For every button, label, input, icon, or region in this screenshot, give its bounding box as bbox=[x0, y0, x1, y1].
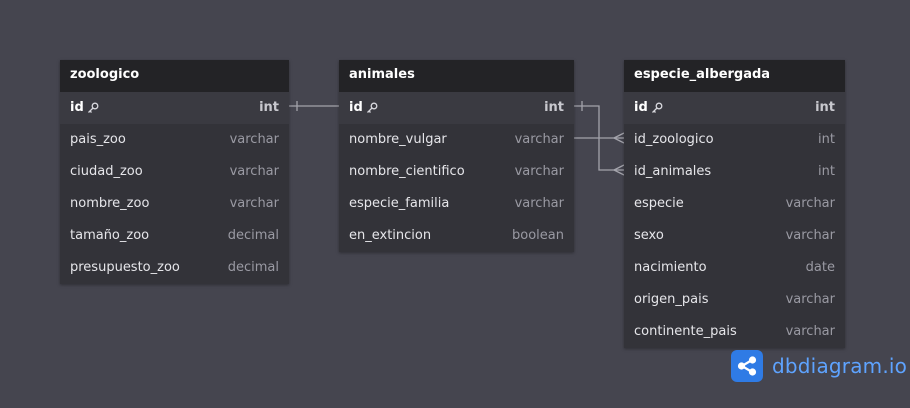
column-name-wrap: id bbox=[70, 92, 99, 124]
column-name-wrap: pais_zoo bbox=[70, 124, 126, 156]
column-name: id_zoologico bbox=[634, 132, 714, 147]
column-name: especie bbox=[634, 196, 684, 211]
column-name-wrap: origen_pais bbox=[634, 284, 709, 316]
column-name: id bbox=[70, 100, 84, 115]
column-name-wrap: presupuesto_zoo bbox=[70, 252, 180, 284]
key-icon bbox=[366, 102, 378, 113]
column-row[interactable]: id int bbox=[624, 92, 845, 124]
column-name-wrap: id bbox=[349, 92, 378, 124]
column-name: nacimiento bbox=[634, 260, 707, 275]
table-animales[interactable]: animales id int nombre_vulgar varchar nombre… bbox=[339, 60, 574, 252]
column-type: int bbox=[544, 100, 564, 115]
column-name-wrap: tamaño_zoo bbox=[70, 220, 149, 252]
column-name-wrap: sexo bbox=[634, 220, 664, 252]
key-icon bbox=[651, 102, 663, 113]
column-name-wrap: nacimiento bbox=[634, 252, 707, 284]
column-name: id bbox=[634, 100, 648, 115]
column-row[interactable]: presupuesto_zoo decimal bbox=[60, 252, 289, 284]
column-name: nombre_zoo bbox=[70, 196, 150, 211]
column-type: varchar bbox=[785, 324, 835, 339]
column-row[interactable]: continente_pais varchar bbox=[624, 316, 845, 348]
column-type: varchar bbox=[229, 164, 279, 179]
column-row[interactable]: id_animales int bbox=[624, 156, 845, 188]
column-name: origen_pais bbox=[634, 292, 709, 307]
column-type: decimal bbox=[227, 260, 279, 275]
column-name: nombre_cientifico bbox=[349, 164, 465, 179]
column-name-wrap: id_animales bbox=[634, 156, 711, 188]
column-name: ciudad_zoo bbox=[70, 164, 143, 179]
column-type: varchar bbox=[785, 292, 835, 307]
table-header-zoologico[interactable]: zoologico bbox=[60, 60, 289, 92]
column-name: especie_familia bbox=[349, 196, 450, 211]
column-type: int bbox=[818, 132, 835, 147]
column-type: varchar bbox=[229, 196, 279, 211]
column-name: nombre_vulgar bbox=[349, 132, 447, 147]
column-name: sexo bbox=[634, 228, 664, 243]
table-header-especie-albergada[interactable]: especie_albergada bbox=[624, 60, 845, 92]
column-row[interactable]: id int bbox=[339, 92, 574, 124]
column-row[interactable]: origen_pais varchar bbox=[624, 284, 845, 316]
column-type: varchar bbox=[514, 164, 564, 179]
column-name: tamaño_zoo bbox=[70, 228, 150, 243]
column-name-wrap: en_extincion bbox=[349, 220, 431, 252]
column-name: pais_zoo bbox=[70, 132, 126, 147]
column-row[interactable]: id int bbox=[60, 92, 289, 124]
column-type: int bbox=[815, 100, 835, 115]
column-type: varchar bbox=[785, 196, 835, 211]
many-marker-id-zoologico bbox=[613, 132, 625, 144]
column-row[interactable]: especie varchar bbox=[624, 188, 845, 220]
column-name-wrap: especie bbox=[634, 188, 684, 220]
column-row[interactable]: ciudad_zoo varchar bbox=[60, 156, 289, 188]
relation-animales-especie bbox=[574, 105, 624, 171]
column-type: varchar bbox=[229, 132, 279, 147]
table-header-animales[interactable]: animales bbox=[339, 60, 574, 92]
column-name-wrap: nombre_vulgar bbox=[349, 124, 447, 156]
column-row[interactable]: nombre_zoo varchar bbox=[60, 188, 289, 220]
column-type: int bbox=[259, 100, 279, 115]
column-row[interactable]: en_extincion boolean bbox=[339, 220, 574, 252]
column-name: id bbox=[349, 100, 363, 115]
column-row[interactable]: nombre_vulgar varchar bbox=[339, 124, 574, 156]
column-name: en_extincion bbox=[349, 228, 432, 243]
column-row[interactable]: pais_zoo varchar bbox=[60, 124, 289, 156]
column-row[interactable]: nacimiento date bbox=[624, 252, 845, 284]
column-name-wrap: nombre_cientifico bbox=[349, 156, 465, 188]
column-name: continente_pais bbox=[634, 324, 737, 339]
table-especie-albergada[interactable]: especie_albergada id int id_zoologico int id… bbox=[624, 60, 845, 348]
column-type: varchar bbox=[514, 132, 564, 147]
column-name-wrap: continente_pais bbox=[634, 316, 737, 348]
column-name: presupuesto_zoo bbox=[70, 260, 180, 275]
column-type: varchar bbox=[785, 228, 835, 243]
column-type: date bbox=[805, 260, 835, 275]
column-name: id_animales bbox=[634, 164, 712, 179]
column-name-wrap: id bbox=[634, 92, 663, 124]
column-type: decimal bbox=[227, 228, 279, 243]
dbdiagram-brand[interactable]: dbdiagram.io bbox=[731, 350, 907, 382]
brand-name: dbdiagram.io bbox=[772, 354, 908, 378]
table-zoologico[interactable]: zoologico id int pais_zoo varchar ciudad_zoo… bbox=[60, 60, 289, 284]
column-row[interactable]: sexo varchar bbox=[624, 220, 845, 252]
column-type: int bbox=[818, 164, 835, 179]
column-row[interactable]: id_zoologico int bbox=[624, 124, 845, 156]
column-type: varchar bbox=[514, 196, 564, 211]
column-row[interactable]: nombre_cientifico varchar bbox=[339, 156, 574, 188]
column-name-wrap: especie_familia bbox=[349, 188, 449, 220]
share-icon bbox=[731, 350, 763, 382]
many-marker-id-animales bbox=[613, 164, 625, 176]
column-row[interactable]: tamaño_zoo decimal bbox=[60, 220, 289, 252]
column-type: boolean bbox=[512, 228, 564, 243]
column-name-wrap: id_zoologico bbox=[634, 124, 714, 156]
column-row[interactable]: especie_familia varchar bbox=[339, 188, 574, 220]
diagram-canvas[interactable]: zoologico id int pais_zoo varchar ciudad_zoo… bbox=[0, 0, 910, 408]
key-icon bbox=[87, 102, 99, 113]
column-name-wrap: nombre_zoo bbox=[70, 188, 149, 220]
column-name-wrap: ciudad_zoo bbox=[70, 156, 143, 188]
